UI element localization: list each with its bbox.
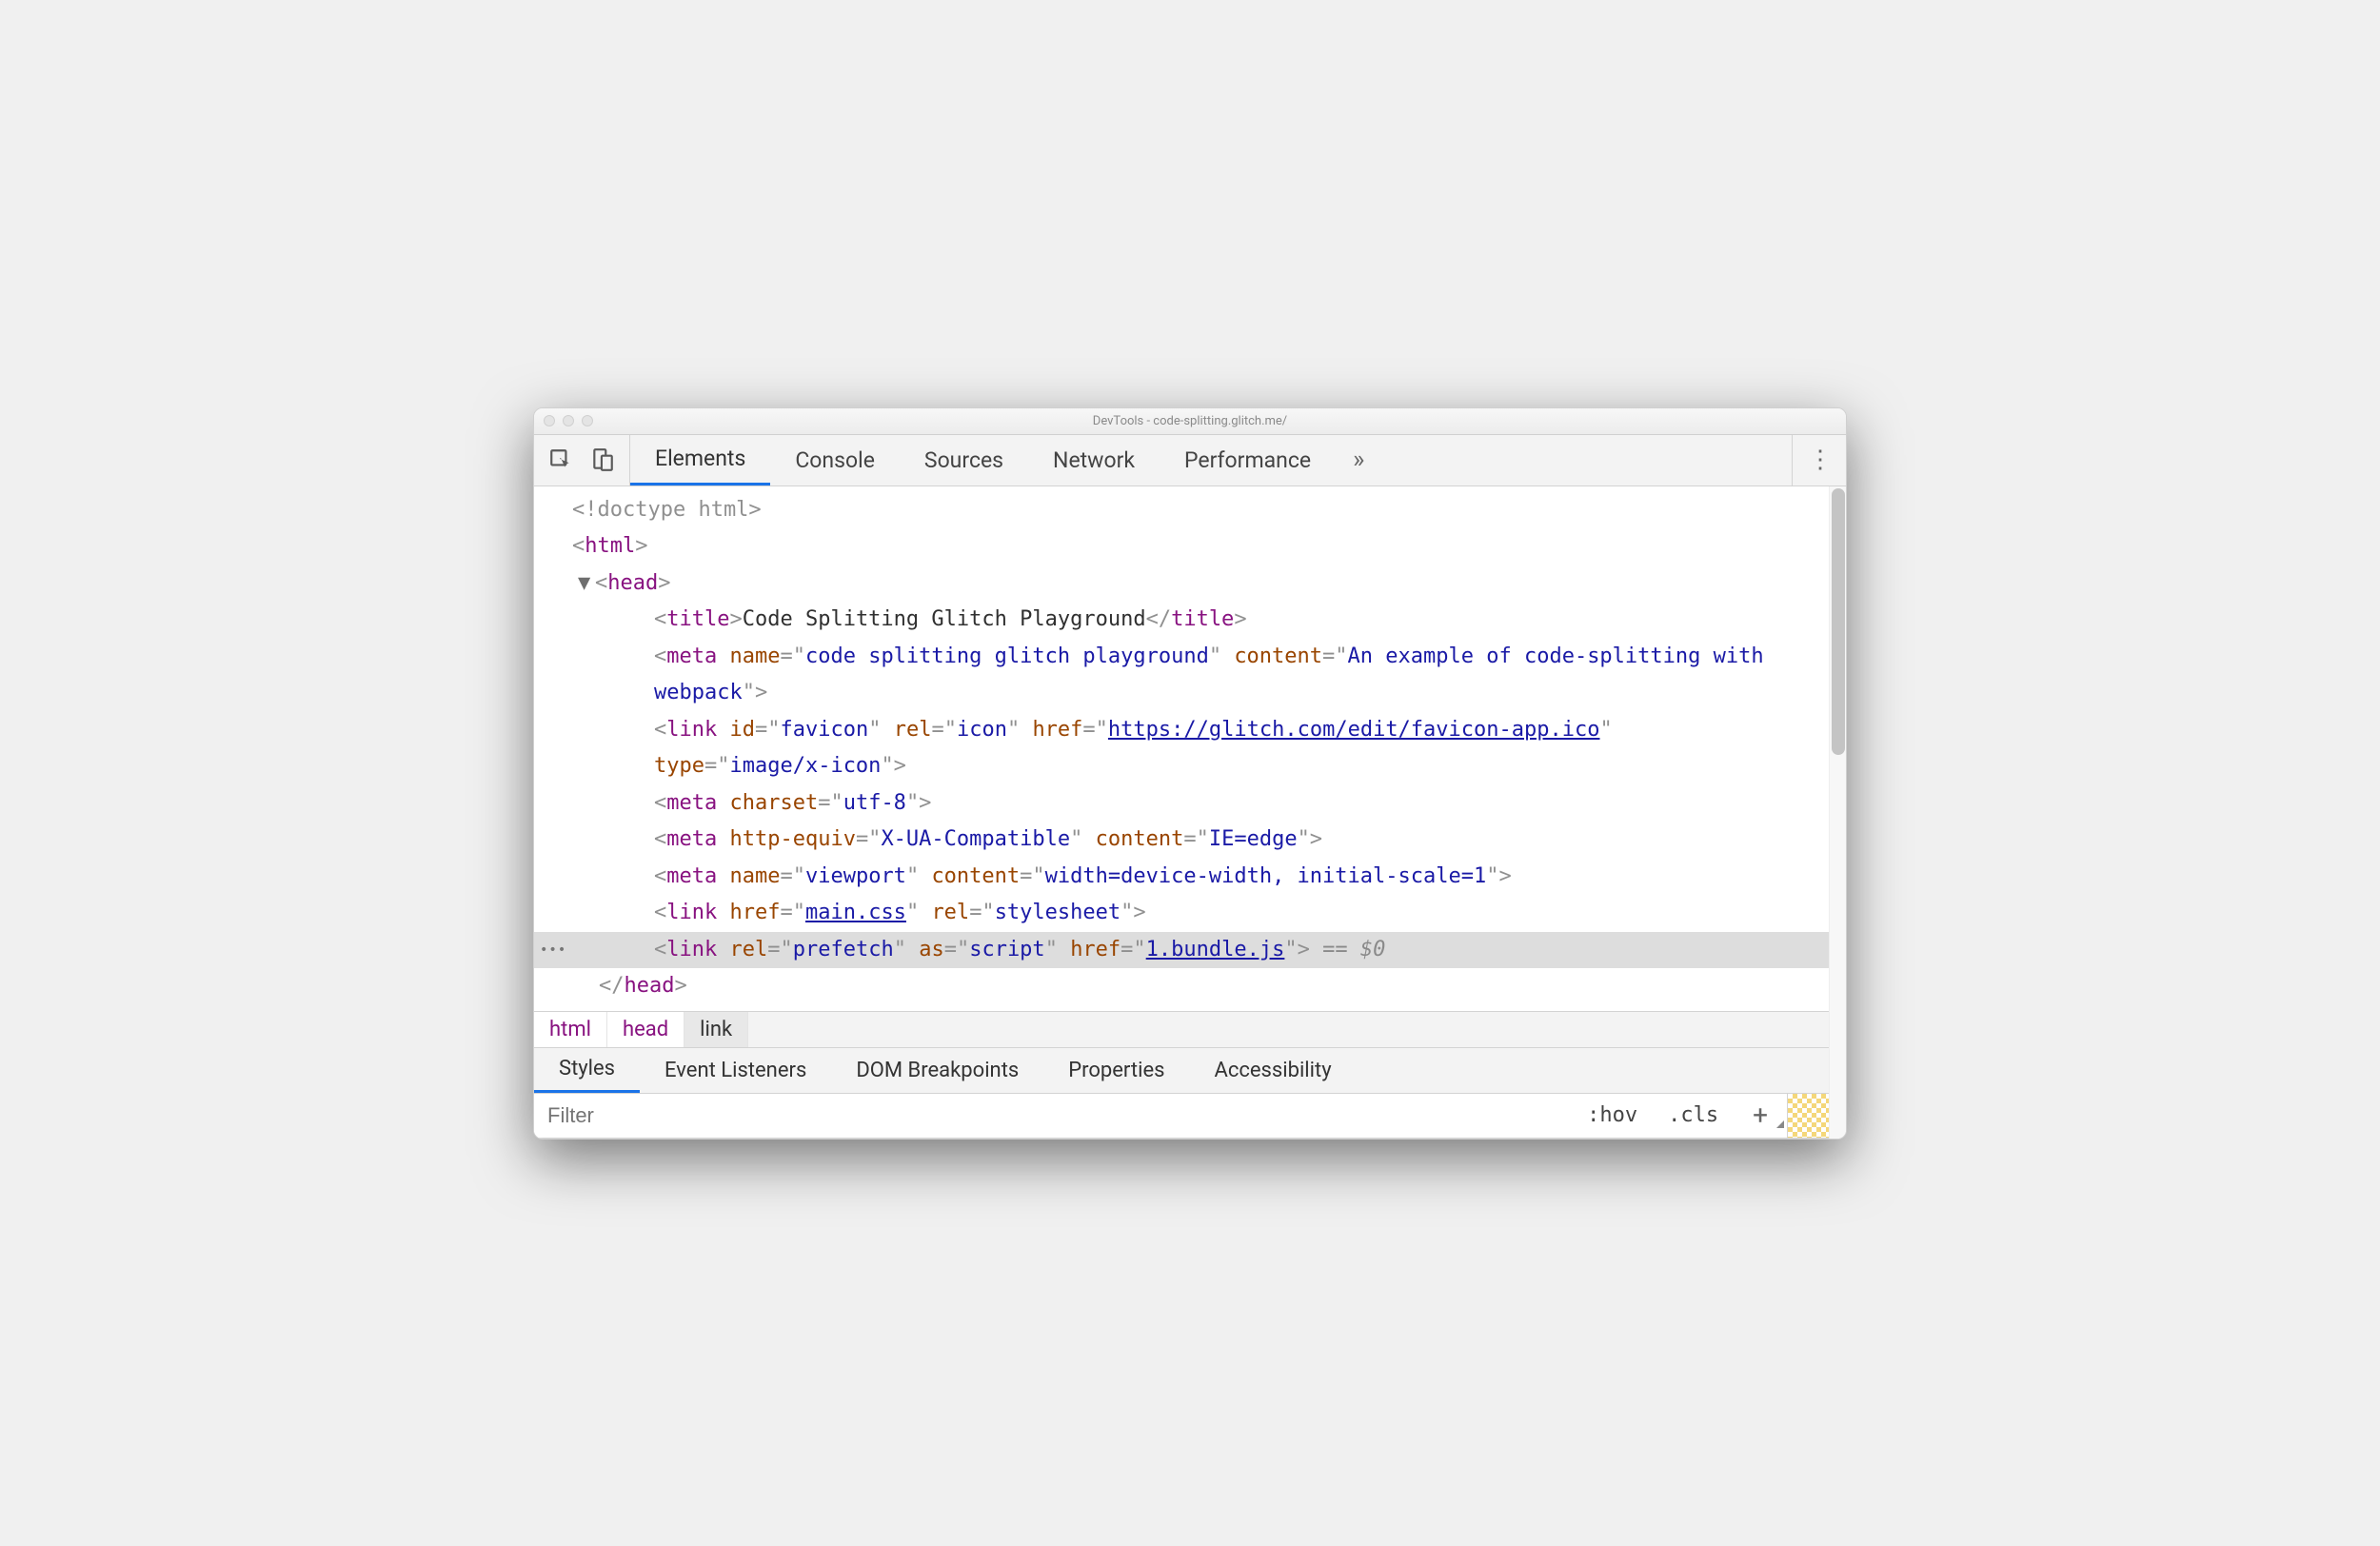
titlebar: DevTools - code-splitting.glitch.me/	[534, 408, 1846, 435]
crumb-html[interactable]: html	[534, 1012, 607, 1047]
dom-meta-compat[interactable]: <meta http-equiv="X-UA-Compatible" conte…	[572, 822, 1829, 859]
new-style-rule-button[interactable]: +	[1734, 1100, 1787, 1131]
traffic-lights	[544, 415, 593, 426]
close-window-button[interactable]	[544, 415, 555, 426]
main-toolbar: Elements Console Sources Network Perform…	[534, 435, 1846, 486]
dom-title[interactable]: <title>Code Splitting Glitch Playground<…	[572, 602, 1829, 639]
breadcrumb: html head link	[534, 1011, 1829, 1047]
scrollbar-thumb[interactable]	[1832, 488, 1845, 755]
dom-doctype[interactable]: <!doctype html>	[572, 492, 1829, 529]
tab-network[interactable]: Network	[1028, 435, 1160, 486]
dom-meta-charset[interactable]: <meta charset="utf-8">	[572, 785, 1829, 823]
subtab-properties[interactable]: Properties	[1043, 1048, 1189, 1093]
scrollbar[interactable]	[1829, 486, 1846, 1139]
dom-meta-description[interactable]: <meta name="code splitting glitch playgr…	[572, 639, 1829, 712]
subtab-styles[interactable]: Styles	[534, 1048, 640, 1093]
window-title: DevTools - code-splitting.glitch.me/	[534, 414, 1846, 428]
cls-toggle[interactable]: .cls	[1653, 1103, 1734, 1127]
dom-link-stylesheet[interactable]: <link href="main.css" rel="stylesheet">	[572, 895, 1829, 932]
dom-tree[interactable]: <!doctype html> <html> ▼<head> <title>Co…	[534, 486, 1829, 1011]
inspect-element-icon[interactable]	[547, 446, 574, 473]
toolbar-right: ⋮	[1792, 435, 1846, 486]
tab-overflow[interactable]: »	[1336, 435, 1381, 486]
dom-head-close[interactable]: </head>	[572, 968, 1829, 1005]
toolbar-left	[534, 435, 630, 486]
crumb-link[interactable]: link	[684, 1012, 748, 1047]
subtab-event-listeners[interactable]: Event Listeners	[640, 1048, 831, 1093]
hov-toggle[interactable]: :hov	[1572, 1103, 1653, 1127]
zoom-window-button[interactable]	[582, 415, 593, 426]
maincss-href-link[interactable]: main.css	[805, 901, 906, 924]
settings-menu-icon[interactable]: ⋮	[1808, 446, 1831, 474]
subtab-accessibility[interactable]: Accessibility	[1190, 1048, 1357, 1093]
minimize-window-button[interactable]	[563, 415, 574, 426]
subtab-dom-breakpoints[interactable]: DOM Breakpoints	[831, 1048, 1043, 1093]
expand-arrow-icon[interactable]: ▼	[578, 565, 595, 603]
favicon-href-link[interactable]: https://glitch.com/edit/favicon-app.ico	[1108, 718, 1600, 742]
tab-sources[interactable]: Sources	[900, 435, 1028, 486]
tab-performance[interactable]: Performance	[1160, 435, 1336, 486]
dom-link-prefetch-selected[interactable]: <link rel="prefetch" as="script" href="1…	[534, 932, 1829, 969]
tab-elements[interactable]: Elements	[630, 435, 770, 486]
computed-box-swatch	[1787, 1094, 1829, 1138]
selection-marker: == $0	[1310, 938, 1385, 961]
dom-link-favicon[interactable]: <link id="favicon" rel="icon" href="http…	[572, 712, 1829, 785]
styles-tabs: Styles Event Listeners DOM Breakpoints P…	[534, 1047, 1829, 1093]
main-tabs: Elements Console Sources Network Perform…	[630, 435, 1792, 486]
devtools-window: DevTools - code-splitting.glitch.me/ Ele…	[533, 407, 1847, 1140]
dom-meta-viewport[interactable]: <meta name="viewport" content="width=dev…	[572, 859, 1829, 896]
styles-filter-bar: :hov .cls +	[534, 1093, 1829, 1139]
dom-html-open[interactable]: <html>	[572, 528, 1829, 565]
crumb-head[interactable]: head	[607, 1012, 684, 1047]
device-toolbar-icon[interactable]	[589, 446, 616, 473]
bundle-href-link[interactable]: 1.bundle.js	[1146, 938, 1285, 961]
dom-head-open[interactable]: ▼<head>	[572, 565, 1829, 603]
styles-filter-input[interactable]	[534, 1094, 1572, 1138]
tab-console[interactable]: Console	[770, 435, 900, 486]
